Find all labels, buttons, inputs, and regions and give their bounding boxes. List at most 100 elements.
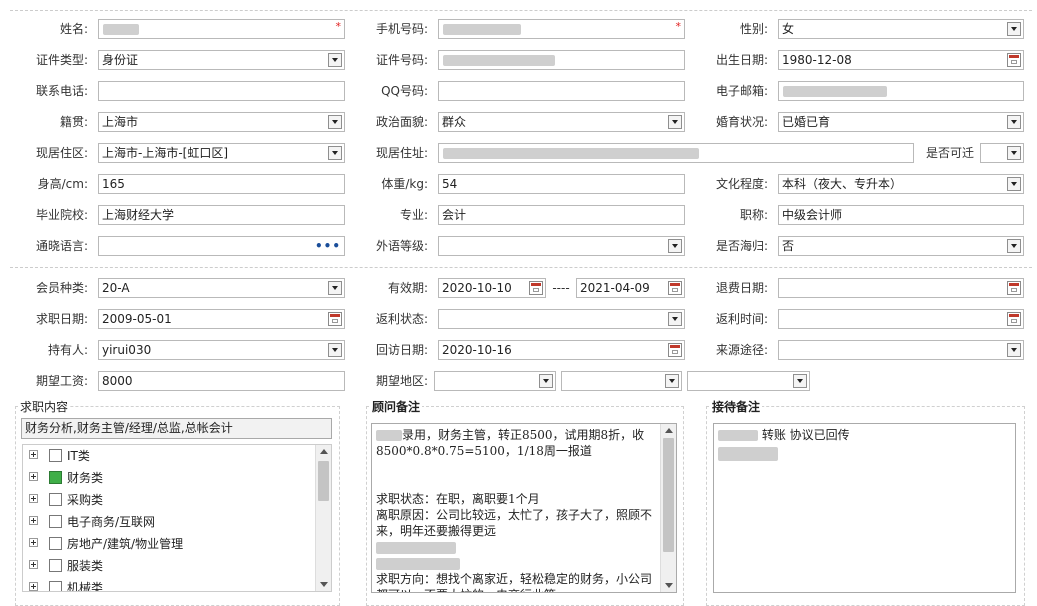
chevron-down-icon[interactable] [328,53,342,67]
political-status-select[interactable]: 群众 [438,112,685,132]
note-line: 求职状态：在职，离职要1个月 [372,491,676,507]
expected-area-district-select[interactable] [687,371,810,391]
calendar-icon[interactable] [529,281,543,295]
job-date-label: 求职日期: [35,312,88,326]
expand-plus-icon[interactable] [29,560,38,569]
calendar-icon[interactable] [328,312,342,326]
scroll-thumb[interactable] [663,438,674,552]
expand-plus-icon[interactable] [29,494,38,503]
school-field[interactable]: 上海财经大学 [98,205,345,225]
checkbox[interactable] [49,559,62,572]
residence-address-field[interactable] [438,143,914,163]
native-place-select[interactable]: 上海市 [98,112,345,132]
refund-date-field[interactable] [778,278,1024,298]
scroll-up-icon[interactable] [665,428,673,433]
chevron-down-icon[interactable] [793,374,807,388]
id-type-select[interactable]: 身份证 [98,50,345,70]
scroll-thumb[interactable] [318,461,329,501]
tree-item[interactable]: 服装类 [25,555,315,577]
checkbox[interactable] [49,493,62,506]
calendar-icon[interactable] [1007,312,1021,326]
birth-date-field[interactable]: 1980-12-08 [778,50,1024,70]
checkbox[interactable] [49,449,62,462]
contact-phone-field[interactable] [98,81,345,101]
member-type-select[interactable]: 20-A [98,278,345,298]
calendar-icon[interactable] [668,281,682,295]
chevron-down-icon[interactable] [1007,22,1021,36]
gender-select[interactable]: 女 [778,19,1024,39]
validity-to-field[interactable]: 2021-04-09 [576,278,685,298]
education-select[interactable]: 本科（夜大、专升本） [778,174,1024,194]
chevron-down-icon[interactable] [1007,146,1021,160]
chevron-down-icon[interactable] [1007,343,1021,357]
residence-area-select[interactable]: 上海市-上海市-[虹口区] [98,143,345,163]
height-field[interactable]: 165 [98,174,345,194]
weight-field[interactable]: 54 [438,174,685,194]
chevron-down-icon[interactable] [1007,239,1021,253]
expand-plus-icon[interactable] [29,472,38,481]
expand-plus-icon[interactable] [29,582,38,591]
checkbox[interactable] [49,581,62,591]
rebate-time-field[interactable] [778,309,1024,329]
checkbox[interactable] [49,471,62,484]
chevron-down-icon[interactable] [328,343,342,357]
scroll-down-icon[interactable] [320,582,328,587]
returnee-select[interactable]: 否 [778,236,1024,256]
tree-item[interactable]: 机械类 [25,577,315,591]
tree-item[interactable]: 电子商务/互联网 [25,511,315,533]
calendar-icon[interactable] [1007,281,1021,295]
tree-item[interactable]: IT类 [25,445,315,467]
chevron-down-icon[interactable] [328,115,342,129]
major-field[interactable]: 会计 [438,205,685,225]
phone-field[interactable]: * [438,19,685,39]
tree-scrollbar[interactable] [315,445,331,591]
job-date-field[interactable]: 2009-05-01 [98,309,345,329]
chevron-down-icon[interactable] [668,312,682,326]
scroll-down-icon[interactable] [665,583,673,588]
chevron-down-icon[interactable] [328,281,342,295]
notes-scrollbar[interactable] [660,424,676,592]
reception-notes-textarea[interactable]: 转账 协议已回传 [713,423,1016,593]
consultant-notes-textarea[interactable]: 录用，财务主管，转正8500，试用期8折，收 8500*0.8*0.75=5100… [371,423,677,593]
validity-from-field[interactable]: 2020-10-10 [438,278,546,298]
expand-plus-icon[interactable] [29,450,38,459]
expected-area-province-select[interactable] [434,371,556,391]
major-value: 会计 [442,208,467,222]
chevron-down-icon[interactable] [668,115,682,129]
chevron-down-icon[interactable] [1007,177,1021,191]
rebate-status-select[interactable] [438,309,685,329]
job-content-summary[interactable]: 财务分析,财务主管/经理/总监,总帐会计 [21,418,332,439]
tree-item[interactable]: 采购类 [25,489,315,511]
relocatable-select[interactable] [980,143,1024,163]
name-field[interactable]: * [98,19,345,39]
expand-plus-icon[interactable] [29,538,38,547]
tree-item[interactable]: 房地产/建筑/物业管理 [25,533,315,555]
id-number-field[interactable] [438,50,685,70]
checkbox[interactable] [49,515,62,528]
expand-plus-icon[interactable] [29,516,38,525]
expected-salary-field[interactable]: 8000 [98,371,345,391]
source-select[interactable] [778,340,1024,360]
checkbox[interactable] [49,537,62,550]
qq-field[interactable] [438,81,685,101]
tree-item[interactable]: 财务类 [25,467,315,489]
languages-field[interactable]: ••• [98,236,345,256]
title-field[interactable]: 中级会计师 [778,205,1024,225]
email-field[interactable] [778,81,1024,101]
marital-status-select[interactable]: 已婚已育 [778,112,1024,132]
expected-area-city-select[interactable] [561,371,682,391]
scroll-up-icon[interactable] [320,449,328,454]
relocatable-label: 是否可迁 [925,146,974,160]
chevron-down-icon[interactable] [668,239,682,253]
chevron-down-icon[interactable] [665,374,679,388]
job-category-tree[interactable]: IT类 财务类 采购类 电子商务/互联网 房地产/建筑/物业管理 服装类 机械类 [22,444,332,592]
calendar-icon[interactable] [1007,53,1021,67]
holder-select[interactable]: yirui030 [98,340,345,360]
foreign-level-select[interactable] [438,236,685,256]
visit-date-field[interactable]: 2020-10-16 [438,340,685,360]
chevron-down-icon[interactable] [1007,115,1021,129]
chevron-down-icon[interactable] [539,374,553,388]
calendar-icon[interactable] [668,343,682,357]
more-options-icon[interactable]: ••• [315,237,341,255]
chevron-down-icon[interactable] [328,146,342,160]
